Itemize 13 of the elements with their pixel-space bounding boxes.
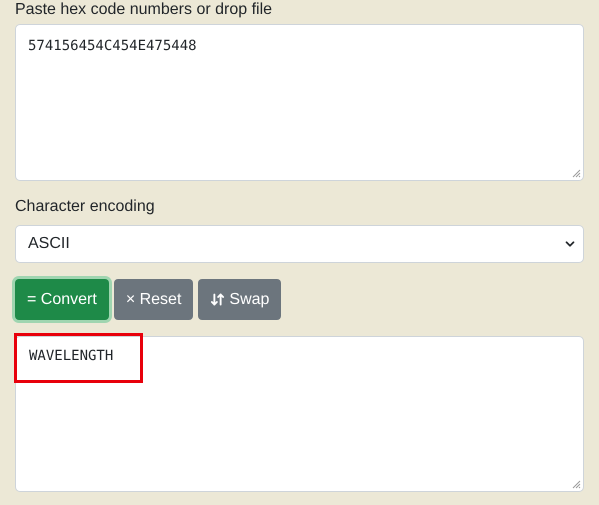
reset-button[interactable]: × Reset [114, 279, 194, 320]
hex-input-value: 574156454C454E475448 [28, 38, 197, 54]
hex-input-field[interactable]: 574156454C454E475448 [15, 24, 584, 181]
input-label: Paste hex code numbers or drop file [15, 0, 272, 19]
output-field[interactable]: WAVELENGTH [15, 336, 584, 492]
encoding-label: Character encoding [15, 197, 155, 217]
resize-grip-icon[interactable] [572, 480, 581, 489]
output-value: WAVELENGTH [29, 348, 114, 364]
resize-grip-icon[interactable] [572, 169, 581, 178]
swap-button[interactable]: Swap [198, 279, 282, 320]
encoding-select[interactable]: ASCII [15, 225, 584, 263]
convert-button[interactable]: = Convert [15, 279, 109, 320]
swap-arrows-icon [210, 292, 226, 307]
